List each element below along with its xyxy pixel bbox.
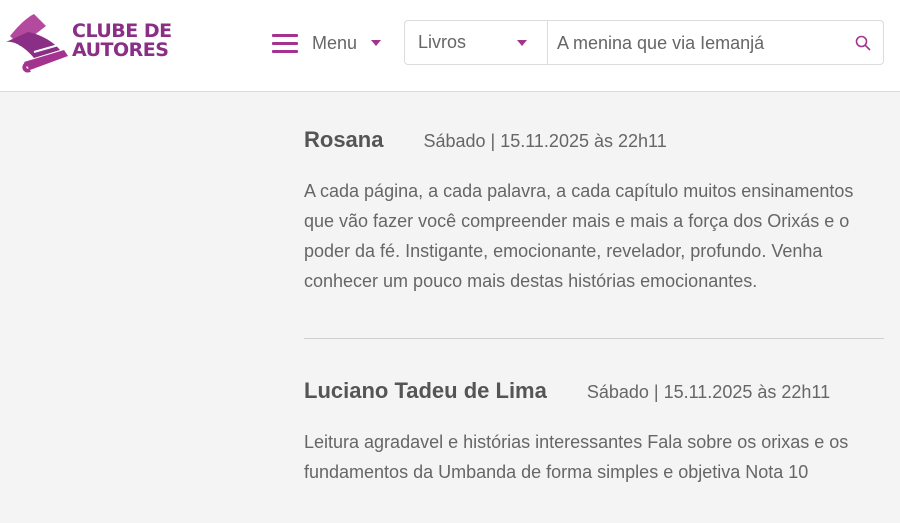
search-bar: Livros bbox=[404, 20, 884, 65]
logo-line-2: AUTORES bbox=[72, 39, 169, 61]
site-logo[interactable]: CLUBE DE AUTORES bbox=[4, 12, 174, 74]
search-input[interactable] bbox=[555, 27, 839, 59]
site-header: CLUBE DE AUTORES Menu Livros bbox=[0, 0, 900, 92]
menu-label: Menu bbox=[312, 32, 358, 53]
review-text: A cada página, a cada palavra, a cada ca… bbox=[304, 181, 854, 291]
review-item: Rosana Sábado | 15.11.2025 às 22h11 A ca… bbox=[304, 127, 884, 296]
review-author: Rosana bbox=[304, 127, 384, 152]
review-header: Luciano Tadeu de Lima Sábado | 15.11.202… bbox=[304, 378, 884, 404]
logo-wordmark: CLUBE DE AUTORES bbox=[72, 22, 172, 60]
book-logo-icon bbox=[6, 14, 68, 73]
review-text: Leitura agradavel e histórias interessan… bbox=[304, 432, 849, 482]
review-divider bbox=[304, 338, 884, 339]
category-selected-value: Livros bbox=[418, 32, 467, 52]
review-header: Rosana Sábado | 15.11.2025 às 22h11 bbox=[304, 127, 884, 153]
review-author: Luciano Tadeu de Lima bbox=[304, 378, 547, 403]
chevron-down-icon bbox=[517, 39, 527, 46]
review-date: Sábado | 15.11.2025 às 22h11 bbox=[586, 382, 831, 402]
review-date: Sábado | 15.11.2025 às 22h11 bbox=[423, 131, 667, 151]
category-select[interactable]: Livros bbox=[405, 21, 548, 64]
menu-button[interactable]: Menu bbox=[272, 28, 392, 58]
search-icon[interactable] bbox=[855, 35, 871, 51]
hamburger-icon bbox=[272, 33, 298, 53]
review-item: Luciano Tadeu de Lima Sábado | 15.11.202… bbox=[304, 378, 884, 487]
chevron-down-icon bbox=[371, 40, 382, 46]
